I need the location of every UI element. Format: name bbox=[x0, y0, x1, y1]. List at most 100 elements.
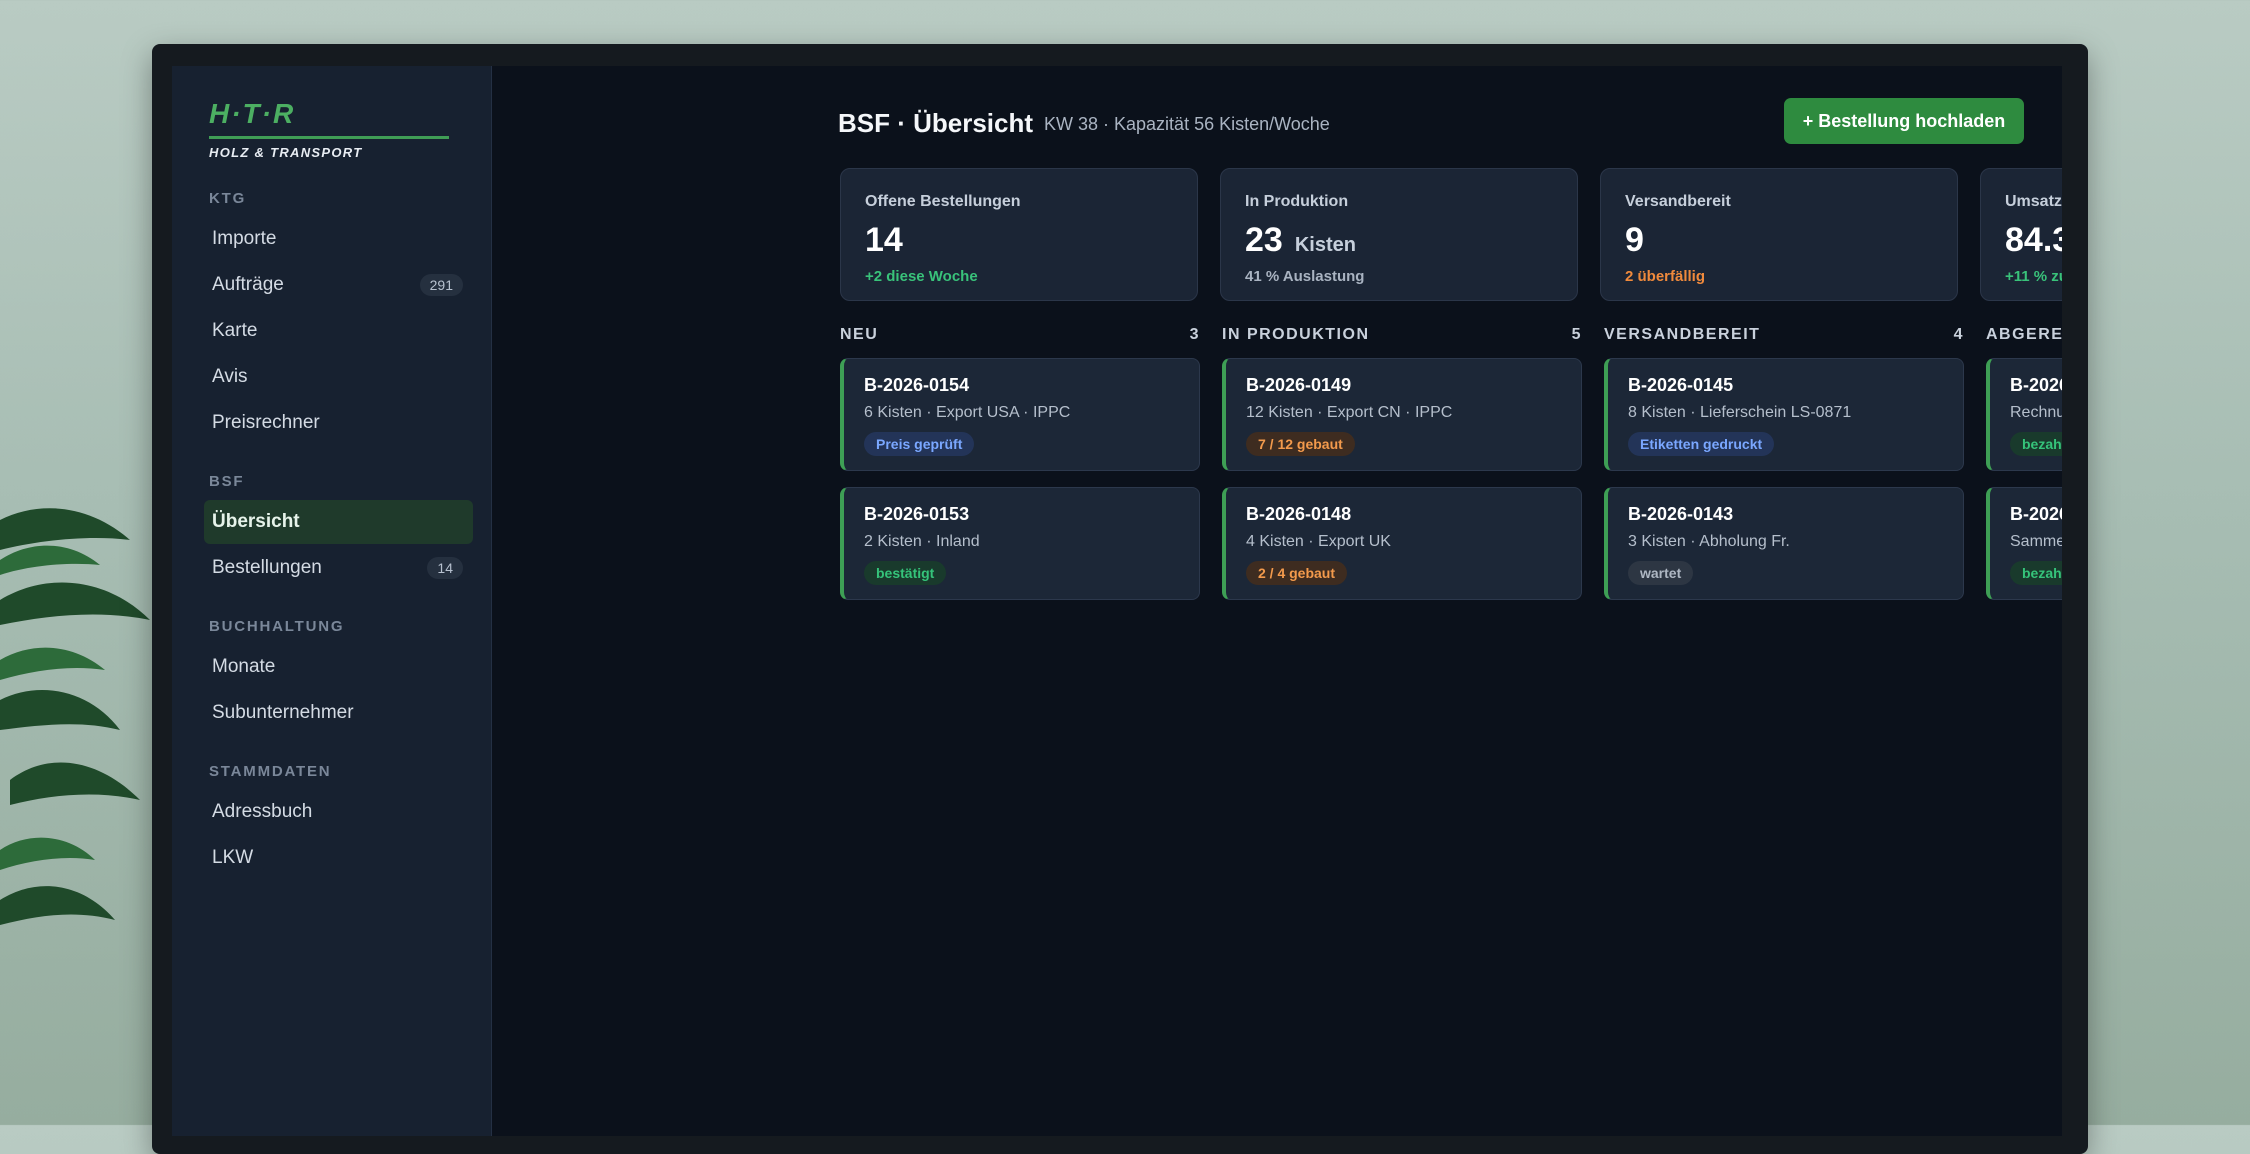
sidebar-item-label: Aufträge bbox=[212, 274, 284, 295]
order-id: B-2026-0143 bbox=[1628, 504, 1734, 524]
sidebar-item-übersicht[interactable]: Übersicht bbox=[204, 500, 473, 544]
sidebar-item-preisrechner[interactable]: Preisrechner bbox=[204, 401, 473, 445]
sidebar-item-adressbuch[interactable]: Adressbuch bbox=[204, 790, 473, 834]
order-description: 2 Kisten · Inland bbox=[864, 533, 980, 550]
nav-section-title: BSF bbox=[209, 473, 245, 490]
sidebar-item-label: Subunternehmer bbox=[212, 702, 354, 723]
kanban-column: IN PRODUKTION 5 B-2026-0149 12 Kisten · Exp… bbox=[1222, 326, 1582, 616]
order-description: 8 Kisten · Lieferschein LS-0871 bbox=[1628, 404, 1852, 421]
sidebar-nav: KTG Importe Aufträge 291 Karte Avis Preisrechn… bbox=[172, 190, 491, 880]
stat-value-row: 9 bbox=[1625, 221, 1933, 260]
column-header: IN PRODUKTION 5 bbox=[1222, 326, 1582, 344]
sidebar-item-label: Adressbuch bbox=[212, 801, 313, 822]
logo: H·T·R HOLZ & TRANSPORT bbox=[209, 98, 449, 160]
order-id: B-2026-0148 bbox=[1246, 504, 1352, 524]
column-count: 5 bbox=[1571, 326, 1582, 343]
main-content: BSF · Übersicht KW 38 · Kapazität 56 Kis… bbox=[492, 66, 2062, 1136]
status-badge: 7 / 12 gebaut bbox=[1246, 432, 1355, 456]
order-card[interactable]: B-2026-0139 Sammelrechnung RE-2026-0219 be… bbox=[1986, 487, 2062, 600]
page-subtitle: KW 38 · Kapazität 56 Kisten/Woche bbox=[1044, 114, 1330, 134]
column-title: ABGERECHNET bbox=[1986, 326, 2062, 343]
column-count: 3 bbox=[1189, 326, 1200, 343]
column-title: VERSANDBEREIT bbox=[1604, 326, 1761, 343]
nav-section: BUCHHALTUNG Monate Subunternehmer bbox=[172, 618, 491, 735]
order-card[interactable]: B-2026-0154 6 Kisten · Export USA · IPPC P… bbox=[840, 358, 1200, 471]
column-count: 4 bbox=[1953, 326, 1964, 343]
sidebar-item-subunternehmer[interactable]: Subunternehmer bbox=[204, 691, 473, 735]
sidebar-item-label: Bestellungen bbox=[212, 557, 322, 578]
stat-label: Versandbereit bbox=[1625, 193, 1731, 210]
stat-note: +11 % zum Vormonat bbox=[2005, 268, 2062, 285]
stat-value-row: 23 Kisten bbox=[1245, 221, 1553, 260]
sidebar-item-label: Avis bbox=[212, 366, 248, 387]
column-header: ABGERECHNET2 bbox=[1986, 326, 2062, 344]
sidebar-item-label: Importe bbox=[212, 228, 277, 249]
sidebar-item-avis[interactable]: Avis bbox=[204, 355, 473, 399]
upload-order-button[interactable]: + Bestellung hochladen bbox=[1784, 98, 2024, 144]
status-badge: Preis geprüft bbox=[864, 432, 975, 456]
nav-section-title: KTG bbox=[209, 190, 247, 207]
stat-label: Umsatz September bbox=[2005, 193, 2062, 210]
nav-section: STAMMDATEN Adressbuch LKW bbox=[172, 763, 491, 880]
nav-section-title: STAMMDATEN bbox=[209, 763, 332, 780]
order-card[interactable]: B-2026-0149 12 Kisten · Export CN · IPPC 7… bbox=[1222, 358, 1582, 471]
status-badge: bestätigt bbox=[864, 561, 947, 585]
nav-section-title: BUCHHALTUNG bbox=[209, 618, 345, 635]
stat-card: Versandbereit 9 2 überfällig bbox=[1600, 168, 1958, 301]
kanban-column: VERSANDBEREIT 4 B-2026-0145 8 Kisten · Lief… bbox=[1604, 326, 1964, 616]
stat-card: Offene Bestellungen 14 +2 diese Woche bbox=[840, 168, 1198, 301]
order-card[interactable]: B-2026-0143 3 Kisten · Abholung Fr. wartet bbox=[1604, 487, 1964, 600]
order-id: B-2026-0153 bbox=[864, 504, 970, 524]
kanban-board: NEU 3 B-2026-0154 6 Kisten · Export USA · I… bbox=[840, 326, 2062, 616]
stats-row: Offene Bestellungen 14 +2 diese Woche In Pr… bbox=[840, 168, 2062, 301]
stat-unit: Kisten bbox=[1294, 234, 1356, 256]
order-description: 3 Kisten · Abholung Fr. bbox=[1628, 533, 1790, 550]
order-card[interactable]: B-2026-0145 8 Kisten · Lieferschein LS-08… bbox=[1604, 358, 1964, 471]
nav-section: KTG Importe Aufträge 291 Karte Avis Preisrechn… bbox=[172, 190, 491, 445]
stat-value: 23 bbox=[1245, 221, 1283, 259]
nav-section: BSF Übersicht Bestellungen 14 bbox=[172, 473, 491, 590]
stat-value-row: 14 bbox=[865, 221, 1173, 260]
order-description: Sammelrechnung RE-2026-0219 bbox=[2010, 533, 2062, 550]
column-header: VERSANDBEREIT 4 bbox=[1604, 326, 1964, 344]
status-badge: bezahlt bbox=[2010, 432, 2062, 456]
status-badge: Etiketten gedruckt bbox=[1628, 432, 1775, 456]
stat-note: +2 diese Woche bbox=[865, 268, 978, 285]
sidebar-item-bestellungen[interactable]: Bestellungen 14 bbox=[204, 546, 473, 590]
logo-subtitle: HOLZ & TRANSPORT bbox=[209, 145, 363, 160]
order-description: 4 Kisten · Export UK bbox=[1246, 533, 1391, 550]
sidebar-item-label: Karte bbox=[212, 320, 258, 341]
order-description: 12 Kisten · Export CN · IPPC bbox=[1246, 404, 1453, 421]
status-badge: bezahlt bbox=[2010, 561, 2062, 585]
order-id: B-2026-0154 bbox=[864, 375, 970, 395]
sidebar-item-importe[interactable]: Importe bbox=[204, 217, 473, 261]
sidebar-item-label: LKW bbox=[212, 847, 254, 868]
stat-value-row: 84.320 € bbox=[2005, 221, 2062, 260]
sidebar-item-label: Übersicht bbox=[212, 511, 300, 532]
order-id: B-2026-0139 bbox=[2010, 504, 2062, 524]
order-description: Rechnung RE-2026-0223 bbox=[2010, 404, 2062, 421]
order-card[interactable]: B-2026-0141 Rechnung RE-2026-0223 bezahlt bbox=[1986, 358, 2062, 471]
sidebar-item-label: Monate bbox=[212, 656, 276, 677]
count-badge: 291 bbox=[419, 274, 463, 296]
order-id: B-2026-0141 bbox=[2010, 375, 2062, 395]
sidebar-item-monate[interactable]: Monate bbox=[204, 645, 473, 689]
sidebar: H·T·R HOLZ & TRANSPORT KTG Importe Aufträg… bbox=[172, 66, 492, 1136]
kanban-column: NEU 3 B-2026-0154 6 Kisten · Export USA · I… bbox=[840, 326, 1200, 616]
sidebar-item-karte[interactable]: Karte bbox=[204, 309, 473, 353]
stat-value: 14 bbox=[865, 221, 903, 259]
sidebar-item-aufträge[interactable]: Aufträge 291 bbox=[204, 263, 473, 307]
plant-decoration bbox=[0, 508, 150, 925]
sidebar-item-label: Preisrechner bbox=[212, 412, 320, 433]
stat-label: In Produktion bbox=[1245, 193, 1349, 210]
page-title: BSF · Übersicht bbox=[838, 108, 1034, 138]
stat-card: In Produktion 23 Kisten 41 % Auslastung bbox=[1220, 168, 1578, 301]
order-card[interactable]: B-2026-0153 2 Kisten · Inland bestätigt bbox=[840, 487, 1200, 600]
order-card[interactable]: B-2026-0148 4 Kisten · Export UK 2 / 4 geb… bbox=[1222, 487, 1582, 600]
stat-card: Umsatz September 84.320 € +11 % zum Vormon… bbox=[1980, 168, 2062, 301]
app-window: H·T·R HOLZ & TRANSPORT KTG Importe Aufträg… bbox=[172, 66, 2062, 1136]
count-badge: 14 bbox=[427, 557, 463, 579]
status-badge: 2 / 4 gebaut bbox=[1246, 561, 1348, 585]
sidebar-item-lkw[interactable]: LKW bbox=[204, 836, 473, 880]
status-badge: wartet bbox=[1628, 561, 1694, 585]
